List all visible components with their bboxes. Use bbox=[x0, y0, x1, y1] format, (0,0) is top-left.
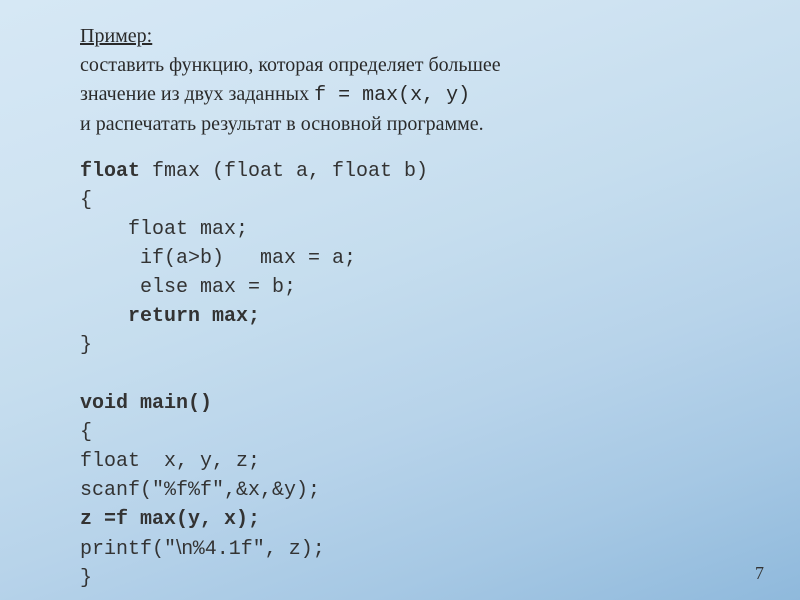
code-l9: void main() bbox=[80, 392, 212, 415]
code-l14c: %4.1f", z); bbox=[193, 538, 325, 561]
slide: Пример: составить функцию, которая опред… bbox=[0, 0, 800, 600]
code-l4: if(a>b) max = a; bbox=[80, 247, 356, 270]
code-l11: float x, y, z; bbox=[80, 450, 260, 473]
intro-line1: составить функцию, которая определяет бо… bbox=[80, 54, 501, 76]
code-l13: z =f max(y, x); bbox=[80, 508, 260, 531]
kw-float: float bbox=[80, 160, 140, 183]
example-title: Пример: bbox=[80, 25, 152, 47]
code-l14b: \n bbox=[176, 537, 193, 559]
code-l3: float max; bbox=[80, 218, 248, 241]
code-block: float fmax (float a, float b) { float ma… bbox=[80, 157, 800, 593]
code-l2: { bbox=[80, 189, 92, 212]
kw-return: return max; bbox=[128, 305, 260, 328]
code-l14a: printf(" bbox=[80, 538, 176, 561]
intro-line2-code: f = max(x, y) bbox=[314, 84, 470, 107]
intro-line3: и распечатать результат в основной прогр… bbox=[80, 113, 484, 135]
code-l1: fmax (float a, float b) bbox=[140, 160, 428, 183]
code-l10: { bbox=[80, 421, 92, 444]
code-l12: scanf("%f%f",&x,&y); bbox=[80, 479, 320, 502]
intro-line2a: значение из двух заданных bbox=[80, 83, 314, 105]
code-l6-pre bbox=[80, 305, 128, 328]
intro-block: Пример: составить функцию, которая опред… bbox=[80, 22, 800, 139]
page-number: 7 bbox=[755, 563, 764, 584]
code-l15: } bbox=[80, 567, 92, 590]
code-l5: else max = b; bbox=[80, 276, 296, 299]
code-l7: } bbox=[80, 334, 92, 357]
